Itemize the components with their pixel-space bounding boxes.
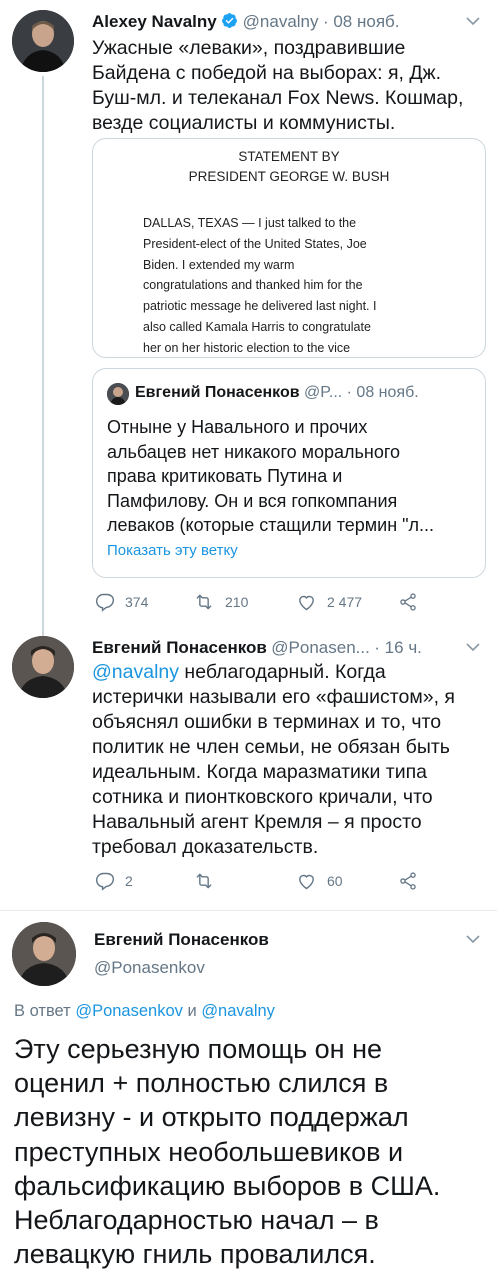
avatar-ponasenkov[interactable] <box>12 922 76 986</box>
retweet-button[interactable]: 210 <box>193 592 248 612</box>
tweet-handle[interactable]: @Ponasen... <box>271 638 370 657</box>
reply-count: 2 <box>125 873 133 889</box>
tweet-handle[interactable]: @Ponasenkov <box>94 958 205 978</box>
share-icon <box>400 872 416 890</box>
tweet-text: Ужасные «леваки», поздравившие Байдена с… <box>92 37 464 134</box>
like-button[interactable]: 60 <box>296 871 343 891</box>
like-count: 2 477 <box>327 594 363 610</box>
divider <box>0 910 497 911</box>
tweet-author-name[interactable]: Alexey Navalny <box>92 12 217 31</box>
statement-image[interactable]: STATEMENT BY PRESIDENT GEORGE W. BUSH DA… <box>92 138 486 358</box>
chevron-down-icon[interactable] <box>466 14 480 29</box>
quoted-text: Отныне у Навального и прочих альбацев не… <box>107 417 435 535</box>
share-button[interactable] <box>398 592 428 612</box>
reply-button[interactable]: 374 <box>95 592 148 612</box>
heart-icon <box>299 874 314 890</box>
verified-badge-icon <box>221 12 238 34</box>
tweet-text: Эту серьезную помощь он не оценил + полн… <box>14 1034 441 1270</box>
tweet-handle[interactable]: @navalny <box>243 12 319 31</box>
tweet-text: @navalny неблагодарный. Когда истерички … <box>92 661 455 858</box>
quoted-tweet[interactable]: Евгений Понасенков @P... · 08 нояб. Отны… <box>92 368 486 578</box>
chevron-down-icon[interactable] <box>466 932 480 947</box>
retweet-count: 210 <box>225 594 249 610</box>
reply-context: В ответ @Ponasenkov и @navalny <box>14 1002 275 1020</box>
reply-icon <box>95 872 115 891</box>
reply-mention-ponasenkov[interactable]: @Ponasenkov <box>75 1002 183 1020</box>
avatar-ponasenkov[interactable] <box>12 636 74 698</box>
reply-mention-navalny[interactable]: @navalny <box>201 1002 275 1020</box>
like-button[interactable]: 2 477 <box>296 592 362 612</box>
tweet-author-name[interactable]: Евгений Понасенков <box>92 638 267 657</box>
tweet-time[interactable]: · 16 ч. <box>374 638 422 657</box>
reply-icon <box>95 593 115 612</box>
share-icon <box>400 593 416 611</box>
quoted-handle: @P... <box>304 384 343 401</box>
tweet-author-name[interactable]: Евгений Понасенков <box>94 930 269 950</box>
quoted-author-name: Евгений Понасенков <box>135 384 300 401</box>
thread-line <box>42 76 44 636</box>
tweet-time[interactable]: · 08 нояб. <box>323 12 400 31</box>
quoted-avatar <box>107 383 129 405</box>
reply-button[interactable]: 2 <box>95 871 133 891</box>
retweet-icon <box>196 873 212 889</box>
quoted-time: · 08 нояб. <box>346 384 419 401</box>
heart-icon <box>299 595 314 611</box>
mention-link[interactable]: @navalny <box>92 661 179 683</box>
retweet-icon <box>196 594 212 610</box>
retweet-button[interactable] <box>193 871 225 891</box>
chevron-down-icon[interactable] <box>466 640 480 655</box>
avatar-navalny[interactable] <box>12 10 74 72</box>
statement-body: DALLAS, TEXAS — I just talked to the Pre… <box>143 216 377 355</box>
reply-count: 374 <box>125 594 149 610</box>
like-count: 60 <box>327 873 343 889</box>
statement-title: STATEMENT BY PRESIDENT GEORGE W. BUSH <box>188 149 390 184</box>
show-thread-link[interactable]: Показать эту ветку <box>107 542 238 559</box>
share-button[interactable] <box>398 871 428 891</box>
